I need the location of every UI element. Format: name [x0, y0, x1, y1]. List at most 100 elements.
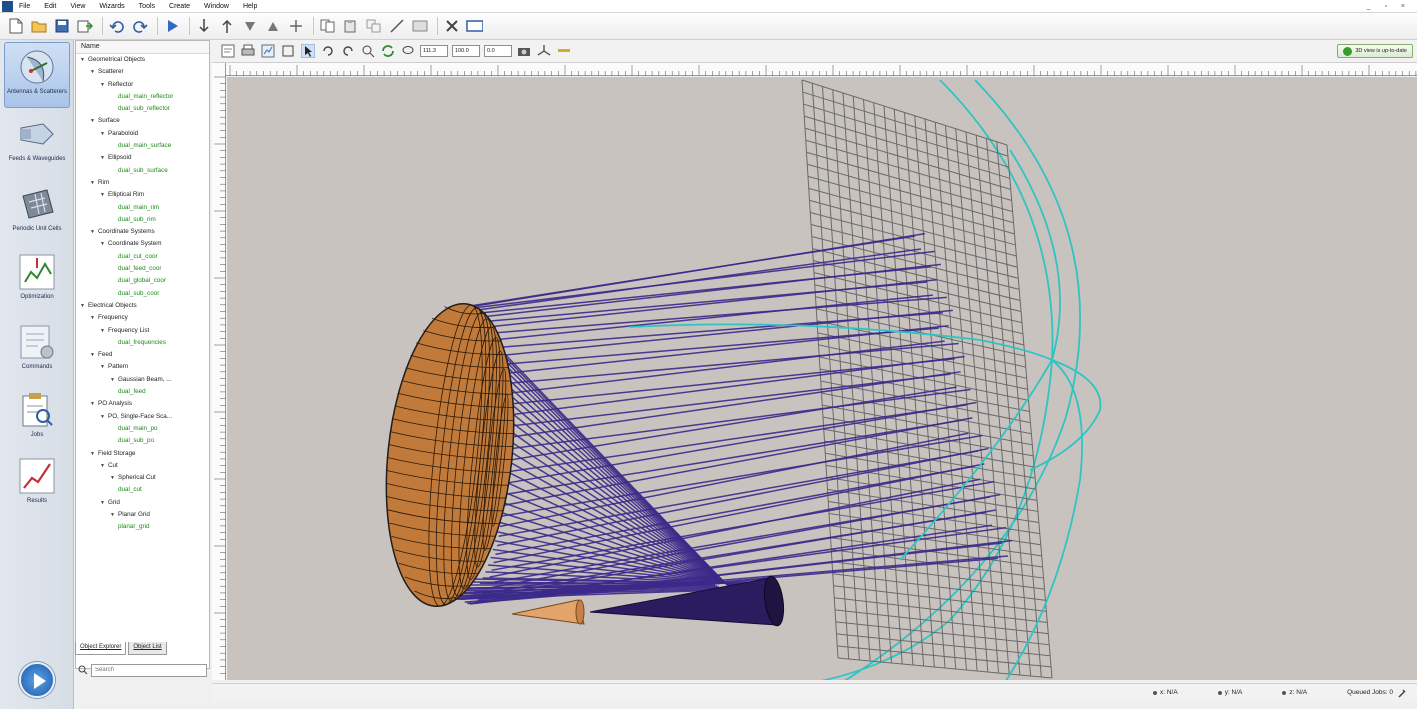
tree-group-item[interactable]: ▼ Gaussian Beam, ... [76, 374, 209, 386]
open-folder-icon[interactable] [29, 17, 48, 36]
expand-arrow-icon[interactable]: ▼ [90, 177, 98, 189]
run-button[interactable] [19, 662, 55, 698]
redo-icon[interactable] [130, 17, 149, 36]
run-icon[interactable] [162, 17, 181, 36]
camera-icon[interactable] [516, 43, 532, 59]
search-input[interactable] [91, 663, 207, 677]
tree-object-item[interactable]: dual_global_coor [76, 275, 209, 287]
expand-arrow-icon[interactable]: ▼ [90, 349, 98, 361]
tree-group-item[interactable]: ▼ Grid [76, 497, 209, 509]
menu-help[interactable]: Help [243, 3, 257, 10]
ribbon-antennas-scatterers[interactable]: Antennas & Scatterers [4, 42, 70, 108]
expand-arrow-icon[interactable]: ▼ [100, 189, 108, 201]
ribbon-feeds-waveguides[interactable]: Feeds & Waveguides [4, 110, 70, 176]
menu-create[interactable]: Create [169, 3, 190, 10]
expand-arrow-icon[interactable]: ▼ [100, 361, 108, 373]
tree-group-item[interactable]: ▼ PO Analysis [76, 398, 209, 410]
tree-object-item[interactable]: dual_sub_coor [76, 288, 209, 300]
tree-object-item[interactable]: dual_main_po [76, 423, 209, 435]
export-icon[interactable] [75, 17, 94, 36]
tree-object-item[interactable]: dual_sub_rim [76, 214, 209, 226]
ribbon-optimization[interactable]: Optimization [4, 248, 70, 314]
save-icon[interactable] [52, 17, 71, 36]
expand-arrow-icon[interactable]: ▼ [100, 152, 108, 164]
triangle-up-icon[interactable] [263, 17, 282, 36]
expand-arrow-icon[interactable]: ▼ [90, 66, 98, 78]
tree-object-item[interactable]: dual_main_surface [76, 140, 209, 152]
tree-group-item[interactable]: ▼ Frequency [76, 312, 209, 324]
tree-group-item[interactable]: ▼ Paraboloid [76, 128, 209, 140]
paste-icon[interactable] [341, 17, 360, 36]
move-up-icon[interactable] [217, 17, 236, 36]
tree-object-item[interactable]: dual_frequencies [76, 337, 209, 349]
zoom-icon[interactable] [360, 43, 376, 59]
tree-object-item[interactable]: dual_sub_po [76, 435, 209, 447]
frame-icon[interactable] [280, 43, 296, 59]
tree-group-item[interactable]: ▼ Pattern [76, 361, 209, 373]
tree-group-item[interactable]: ▼ Spherical Cut [76, 472, 209, 484]
menu-tools[interactable]: Tools [139, 3, 155, 10]
tree-object-item[interactable]: dual_main_reflector [76, 91, 209, 103]
tree-group-item[interactable]: ▼ Field Storage [76, 448, 209, 460]
axes-icon[interactable] [536, 43, 552, 59]
3d-viewport[interactable] [227, 77, 1417, 680]
ribbon-commands[interactable]: Commands [4, 318, 70, 384]
expand-arrow-icon[interactable]: ▼ [90, 226, 98, 238]
lasso-icon[interactable] [400, 43, 416, 59]
select-pointer-icon[interactable] [300, 43, 316, 59]
panel-icon[interactable] [410, 17, 429, 36]
rotate-icon[interactable] [320, 43, 336, 59]
tree-object-item[interactable]: dual_feed_coor [76, 263, 209, 275]
window-icon[interactable] [465, 17, 484, 36]
tree-group-item[interactable]: ▼ Scatterer [76, 66, 209, 78]
ribbon-jobs[interactable]: Jobs [4, 386, 70, 452]
print-icon[interactable] [240, 43, 256, 59]
expand-arrow-icon[interactable]: ▼ [100, 128, 108, 140]
line-tool-icon[interactable] [387, 17, 406, 36]
menu-edit[interactable]: Edit [44, 3, 56, 10]
tree-group-item[interactable]: ▼ Planar Grid [76, 509, 209, 521]
view-input-z[interactable]: 0.0 [484, 45, 512, 57]
tree-group-item[interactable]: ▼ Elliptical Rim [76, 189, 209, 201]
expand-arrow-icon[interactable]: ▼ [100, 460, 108, 472]
expand-arrow-icon[interactable]: ▼ [100, 238, 108, 250]
tree-object-item[interactable]: dual_cut_coor [76, 251, 209, 263]
tree-group-item[interactable]: ▼ Feed [76, 349, 209, 361]
menu-file[interactable]: File [19, 3, 30, 10]
tree-object-item[interactable]: dual_main_rim [76, 202, 209, 214]
menu-wizards[interactable]: Wizards [99, 3, 124, 10]
tree-group-item[interactable]: ▼ Frequency List [76, 325, 209, 337]
view-input-y[interactable]: 100.0 [452, 45, 480, 57]
refresh-icon[interactable] [380, 43, 396, 59]
expand-arrow-icon[interactable]: ▼ [100, 411, 108, 423]
expand-arrow-icon[interactable]: ▼ [110, 374, 118, 386]
duplicate-icon[interactable] [364, 17, 383, 36]
expand-arrow-icon[interactable]: ▼ [80, 54, 88, 66]
tab-object-explorer[interactable]: Object Explorer [75, 642, 127, 655]
undo-icon[interactable] [107, 17, 126, 36]
delete-icon[interactable] [442, 17, 461, 36]
ribbon-results[interactable]: Results [4, 452, 70, 518]
tree-group-item[interactable]: ▼ Coordinate Systems [76, 226, 209, 238]
tree-group-item[interactable]: ▼ Ellipsoid [76, 152, 209, 164]
tree-object-item[interactable]: dual_sub_reflector [76, 103, 209, 115]
tree-group-item[interactable]: ▼ Electrical Objects [76, 300, 209, 312]
measure-icon[interactable] [556, 43, 572, 59]
expand-arrow-icon[interactable]: ▼ [90, 312, 98, 324]
tree-group-item[interactable]: ▼ Surface [76, 115, 209, 127]
triangle-down-icon[interactable] [240, 17, 259, 36]
crosshair-icon[interactable] [286, 17, 305, 36]
expand-arrow-icon[interactable]: ▼ [100, 497, 108, 509]
copy-view-icon[interactable] [220, 43, 236, 59]
pan-icon[interactable] [340, 43, 356, 59]
tree-group-item[interactable]: ▼ Rim [76, 177, 209, 189]
expand-arrow-icon[interactable]: ▼ [100, 325, 108, 337]
expand-arrow-icon[interactable]: ▼ [110, 472, 118, 484]
expand-arrow-icon[interactable]: ▼ [90, 398, 98, 410]
menu-window[interactable]: Window [204, 3, 229, 10]
tab-object-list[interactable]: Object List [128, 642, 167, 655]
tree-group-item[interactable]: ▼ Coordinate System [76, 238, 209, 250]
expand-arrow-icon[interactable]: ▼ [90, 448, 98, 460]
new-file-icon[interactable] [6, 17, 25, 36]
tree-object-item[interactable]: dual_feed [76, 386, 209, 398]
